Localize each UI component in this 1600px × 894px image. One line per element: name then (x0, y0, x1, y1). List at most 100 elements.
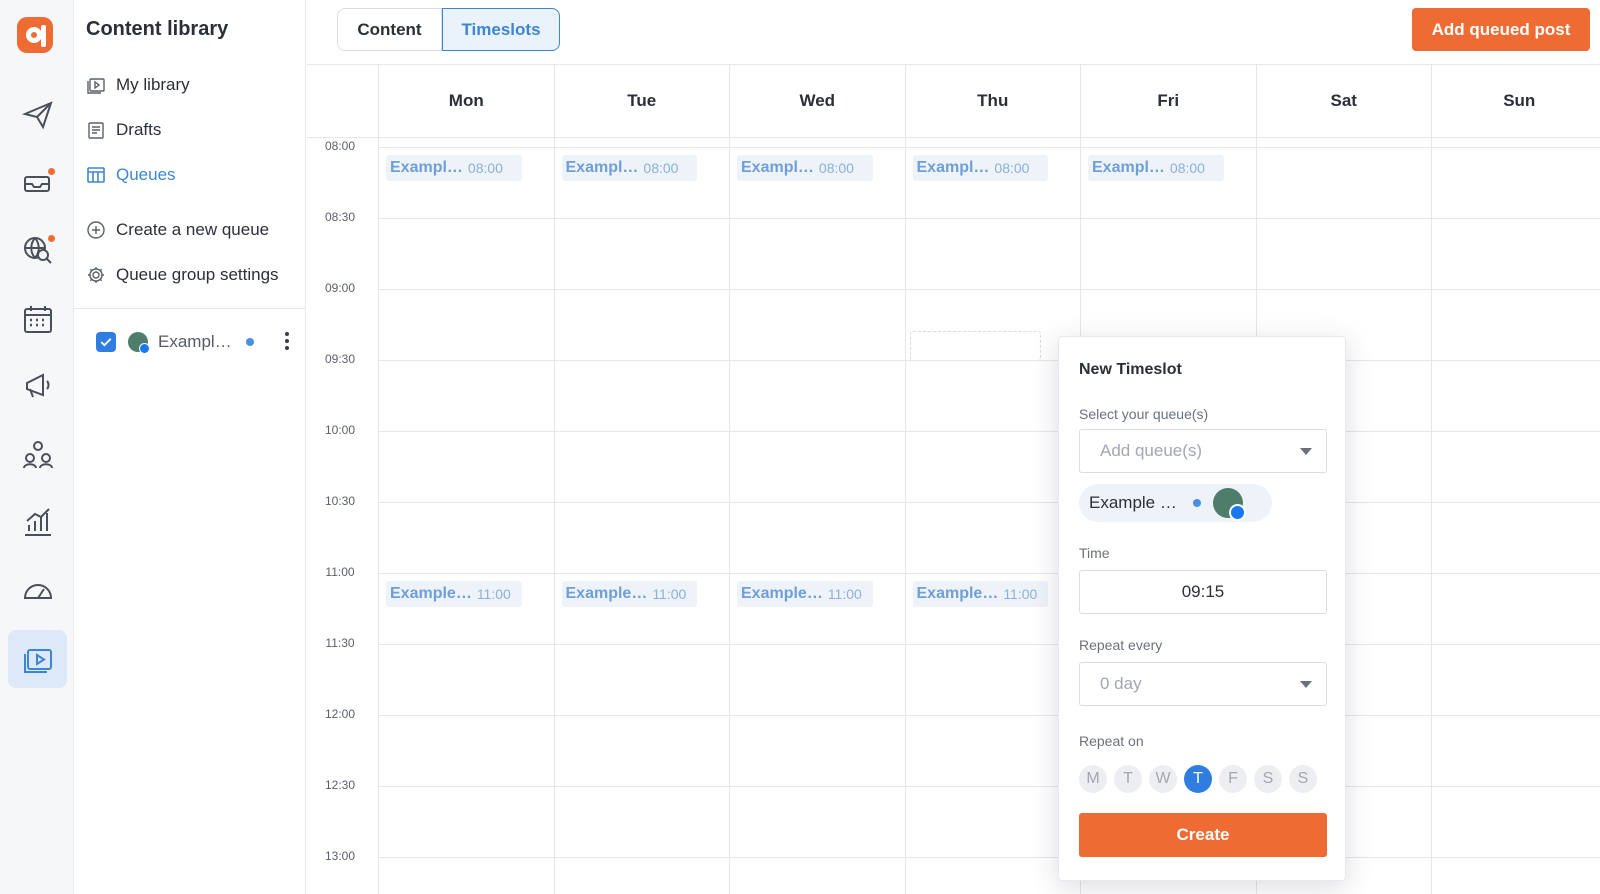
sidebar-item-my-library[interactable]: My library (86, 72, 190, 98)
time-row-line (378, 786, 1600, 787)
sidebar-title: Content library (86, 18, 229, 40)
globe-search-icon[interactable] (8, 220, 67, 278)
sidebar-item-queue-group-settings[interactable]: Queue group settings (86, 262, 279, 288)
repeat-every-label: Repeat every (1079, 637, 1163, 653)
event-time: 11:00 (827, 586, 862, 602)
time-label: 08:00 (324, 139, 356, 153)
weekday-toggle[interactable]: M (1079, 765, 1107, 793)
queue-color-dot (245, 338, 254, 346)
sidebar-item-drafts[interactable]: Drafts (86, 117, 161, 143)
day-header-fri: Fri (1080, 65, 1256, 137)
time-label: Time (1079, 545, 1110, 561)
queue-select-label: Select your queue(s) (1079, 406, 1209, 422)
selected-queue-chip[interactable]: Example … (1079, 484, 1272, 522)
event-title: Exampl… (741, 159, 814, 176)
speedometer-icon[interactable] (8, 562, 67, 620)
time-row-line (378, 857, 1600, 858)
timeslot-event[interactable]: Example… 11:00 (912, 581, 1048, 607)
time-label: 08:30 (324, 210, 356, 224)
time-row-line (378, 502, 1600, 503)
event-title: Example… (741, 585, 823, 602)
timeslot-event[interactable]: Exampl… 08:00 (737, 155, 873, 181)
calendar-icon[interactable] (8, 290, 67, 348)
add-queued-post-button[interactable]: Add queued post (1412, 8, 1590, 51)
new-timeslot-dialog: New Timeslot Select your queue(s) Add qu… (1058, 336, 1346, 881)
time-row-line (378, 147, 1600, 148)
event-time: 08:00 (994, 160, 1030, 176)
tab-timeslots[interactable]: Timeslots (442, 8, 560, 51)
timeslot-event[interactable]: Example… 11:00 (737, 581, 873, 607)
sidebar-item-queues[interactable]: Queues (86, 162, 176, 188)
create-button[interactable]: Create (1079, 813, 1327, 857)
event-time: 11:00 (1003, 586, 1038, 602)
queues-icon (87, 167, 105, 183)
tab-content[interactable]: Content (337, 8, 442, 51)
day-header-tue: Tue (553, 65, 730, 137)
weekday-picker: MTWTFSS (1079, 765, 1324, 793)
timeslot-event[interactable]: Exampl… 08:00 (561, 155, 697, 181)
icon-rail (0, 0, 74, 894)
column-divider (904, 65, 906, 894)
queue-color-dot (1192, 499, 1201, 507)
day-header-sat: Sat (1255, 65, 1432, 137)
event-title: Example… (390, 585, 472, 602)
sidebar-item-label: Queues (116, 165, 176, 184)
timeslot-event[interactable]: Exampl… 08:00 (1088, 155, 1224, 181)
sidebar-item-create-queue[interactable]: Create a new queue (86, 217, 269, 243)
event-time: 11:00 (652, 586, 687, 602)
people-icon[interactable] (8, 425, 67, 483)
kebab-menu-icon[interactable] (284, 332, 290, 352)
weekday-toggle[interactable]: S (1289, 765, 1317, 793)
megaphone-icon[interactable] (8, 357, 67, 415)
repeat-every-select[interactable]: 0 day (1079, 662, 1327, 706)
view-tabs: Content Timeslots (337, 8, 560, 51)
time-row-line (378, 644, 1600, 645)
inbox-icon[interactable] (8, 153, 67, 211)
sidebar-item-label: My library (116, 75, 190, 94)
sidebar-item-label: Create a new queue (116, 220, 270, 239)
queue-checkbox[interactable] (96, 332, 116, 352)
timeslot-calendar: Mon Tue Wed Thu Fri Sat Sun 08:00 08:30 09:00 09:3… (307, 64, 1600, 894)
weekday-toggle[interactable]: T (1114, 765, 1142, 793)
event-title: Example… (916, 585, 999, 602)
header-divider (307, 137, 1600, 138)
event-title: Example… (565, 585, 648, 602)
weekday-toggle[interactable]: F (1219, 765, 1247, 793)
repeat-on-label: Repeat on (1079, 733, 1144, 749)
paper-plane-icon[interactable] (8, 86, 67, 144)
event-time: 08:00 (643, 160, 679, 176)
sidebar-divider (74, 308, 306, 309)
weekday-toggle[interactable]: T (1184, 765, 1212, 793)
day-header-sun: Sun (1431, 65, 1600, 137)
notification-dot (48, 168, 55, 175)
weekday-toggle[interactable]: S (1254, 765, 1282, 793)
new-timeslot-placeholder (910, 331, 1041, 361)
timeslot-event[interactable]: Example… 11:00 (561, 581, 697, 607)
day-header-thu: Thu (904, 65, 1081, 137)
timeslot-event[interactable]: Exampl… 08:00 (386, 155, 522, 181)
time-label: 09:30 (324, 352, 356, 366)
time-input[interactable]: 09:15 (1079, 570, 1327, 614)
time-row-line (378, 289, 1600, 290)
time-row-line (378, 360, 1600, 361)
check-icon (100, 338, 112, 347)
column-divider (1431, 65, 1432, 894)
analytics-icon[interactable] (8, 493, 67, 551)
time-label: 10:30 (324, 494, 356, 508)
event-title: Exampl… (1092, 159, 1165, 176)
logo-icon[interactable] (17, 17, 53, 53)
library-icon (87, 78, 105, 94)
sidebar-item-label: Queue group settings (116, 265, 279, 284)
weekday-toggle[interactable]: W (1149, 765, 1177, 793)
event-time: 08:00 (1169, 160, 1205, 176)
content-library-icon[interactable] (8, 630, 67, 688)
timeslot-event[interactable]: Exampl… 08:00 (912, 155, 1048, 181)
repeat-every-value: 0 day (1100, 674, 1142, 693)
queue-list-item[interactable]: Exampl… (96, 330, 296, 354)
time-label: 10:00 (324, 423, 356, 437)
queue-name: Exampl… (158, 332, 232, 351)
queue-select[interactable]: Add queue(s) (1079, 429, 1327, 473)
timeslot-event[interactable]: Example… 11:00 (386, 581, 522, 607)
facebook-page-avatar (1212, 488, 1246, 521)
event-title: Exampl… (565, 159, 639, 176)
